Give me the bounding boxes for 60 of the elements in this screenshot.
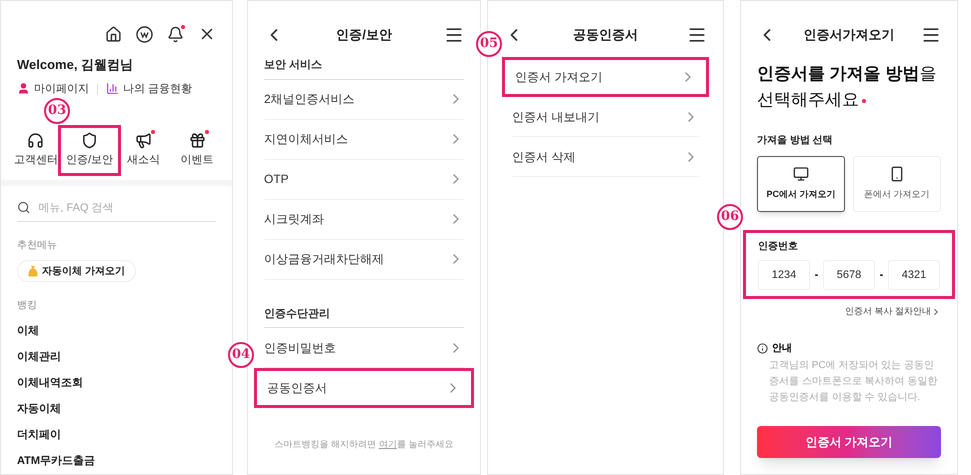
money-bag-icon xyxy=(28,265,38,277)
section-title: 추천메뉴 xyxy=(17,239,58,253)
separator: - xyxy=(880,268,884,283)
page-heading: 인증서를 가져올 방법을 선택해주세요 xyxy=(757,63,938,111)
method-option[interactable]: PC에서 가져오기 xyxy=(757,156,845,212)
field-label: 가져올 방법 선택 xyxy=(757,134,834,148)
code-input[interactable]: 1234 xyxy=(758,260,810,290)
banking-menu-item[interactable]: 이체관리 xyxy=(17,350,216,365)
banking-menu-item[interactable]: 이체내역조회 xyxy=(17,376,216,391)
profile-link[interactable]: 나의 금융현황 xyxy=(106,80,192,97)
menu-row[interactable]: OTP xyxy=(264,160,464,200)
coin-icon[interactable] xyxy=(136,26,153,42)
notification-icon[interactable] xyxy=(167,26,184,42)
banking-menu-item[interactable]: 자동이체 xyxy=(17,402,216,417)
separator: - xyxy=(814,268,818,283)
greeting: Welcome, 김웰컴님 xyxy=(17,56,134,74)
banking-menu-item[interactable]: ATM무카드출금 xyxy=(17,454,216,469)
notice-title: 안내 xyxy=(772,342,792,356)
quick-menu-button[interactable]: 이벤트 xyxy=(172,125,222,176)
menu-row[interactable]: 인증서 내보내기 xyxy=(512,97,699,137)
menu-row[interactable]: 이상금융거래차단해제 xyxy=(264,240,464,280)
quick-menu-button[interactable]: 인증/보안 xyxy=(58,125,122,176)
screen-title: 공동인증서 xyxy=(573,26,638,44)
profile-link[interactable]: 마이페이지 xyxy=(17,80,89,97)
callout-badge: 04 xyxy=(228,342,254,368)
guide-link[interactable]: 인증서 복사 절차안내 xyxy=(844,305,941,318)
notice-text: 고객님의 PC에 저장되어 있는 공동인증서를 스마트폰으로 복사하여 동일한 공동인증서를 이용할 수 있습니다. xyxy=(768,358,938,404)
banking-menu-item[interactable]: 더치페이 xyxy=(17,428,216,443)
info-icon xyxy=(757,342,768,354)
callout-badge: 05 xyxy=(476,31,502,57)
method-option[interactable]: 폰에서 가져오기 xyxy=(853,156,941,212)
menu-row[interactable]: 인증서 삭제 xyxy=(512,137,699,177)
menu-row[interactable]: 지연이체서비스 xyxy=(264,120,464,160)
section-title: 인증수단관리 xyxy=(264,306,464,328)
callout-badge: 06 xyxy=(717,204,743,230)
search-field[interactable]: 메뉴, FAQ 검색 xyxy=(38,200,216,216)
callout-badge: 03 xyxy=(44,98,70,124)
screen-title: 인증서가져오기 xyxy=(804,26,894,44)
import-button[interactable]: 인증서 가져오기 xyxy=(757,426,941,458)
section-title: 보안 서비스 xyxy=(264,57,464,80)
monitor-icon xyxy=(793,166,809,182)
code-input[interactable]: 5678 xyxy=(822,260,875,290)
banking-menu-item[interactable]: 이체 xyxy=(17,324,216,339)
field-label: 인증번호 xyxy=(758,240,799,254)
menu-row[interactable]: 시크릿계좌 xyxy=(264,200,464,240)
quick-menu-button[interactable]: 새소식 xyxy=(118,125,168,176)
section-title: 뱅킹 xyxy=(17,299,38,313)
search-icon xyxy=(17,200,30,216)
footer-note: 스마트뱅킹을 해지하려면 여기를 눌러주세요 xyxy=(274,438,454,451)
person-icon xyxy=(17,82,30,96)
menu-row[interactable]: 인증서 가져오기 xyxy=(502,57,709,97)
menu-row[interactable]: 2채널인증서비스 xyxy=(264,80,464,120)
code-input[interactable]: 4321 xyxy=(888,260,940,290)
recommended-chip[interactable]: 자동이체 가져오기 xyxy=(17,260,136,282)
chart-icon xyxy=(106,82,119,96)
menu-row[interactable]: 인증비밀번호 xyxy=(264,328,464,368)
menu-row[interactable]: 공동인증서 xyxy=(254,368,474,408)
home-icon[interactable] xyxy=(105,26,122,42)
screen-title: 인증/보안 xyxy=(336,26,392,44)
phone-icon xyxy=(889,166,905,182)
